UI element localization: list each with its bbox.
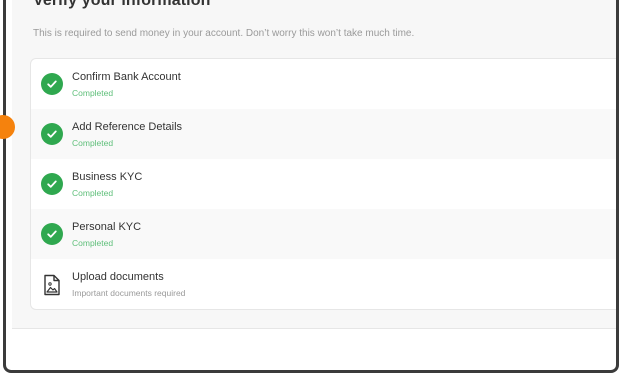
check-circle-icon (41, 223, 63, 245)
step-label: Confirm Bank Account (72, 71, 181, 83)
step-business-kyc[interactable]: Business KYC Completed (31, 159, 616, 209)
check-circle-icon (41, 173, 63, 195)
steps-card: Confirm Bank Account Completed Add Refer… (30, 58, 616, 310)
step-status: Completed (72, 88, 114, 98)
step-label: Personal KYC (72, 221, 142, 233)
page-subtitle: This is required to send money in your a… (33, 28, 415, 39)
step-personal-kyc[interactable]: Personal KYC Completed (31, 209, 616, 259)
step-status: Completed (72, 238, 114, 248)
step-confirm-bank-account[interactable]: Confirm Bank Account Completed (31, 59, 616, 109)
step-status: Completed (72, 188, 114, 198)
document-image-icon (42, 274, 62, 296)
page-title: Verify your information (33, 0, 211, 9)
step-status: Completed (72, 138, 114, 148)
verification-panel: Verify your information This is required… (12, 0, 616, 329)
window-frame: Verify your information This is required… (3, 0, 619, 373)
check-circle-icon (41, 123, 63, 145)
step-label: Business KYC (72, 171, 143, 183)
step-upload-documents[interactable]: Upload documents Important documents req… (31, 259, 616, 309)
step-label: Upload documents (72, 271, 164, 283)
step-status: Important documents required (72, 288, 186, 298)
check-circle-icon (41, 73, 63, 95)
step-label: Add Reference Details (72, 121, 183, 133)
step-add-reference-details[interactable]: Add Reference Details Completed (31, 109, 616, 159)
